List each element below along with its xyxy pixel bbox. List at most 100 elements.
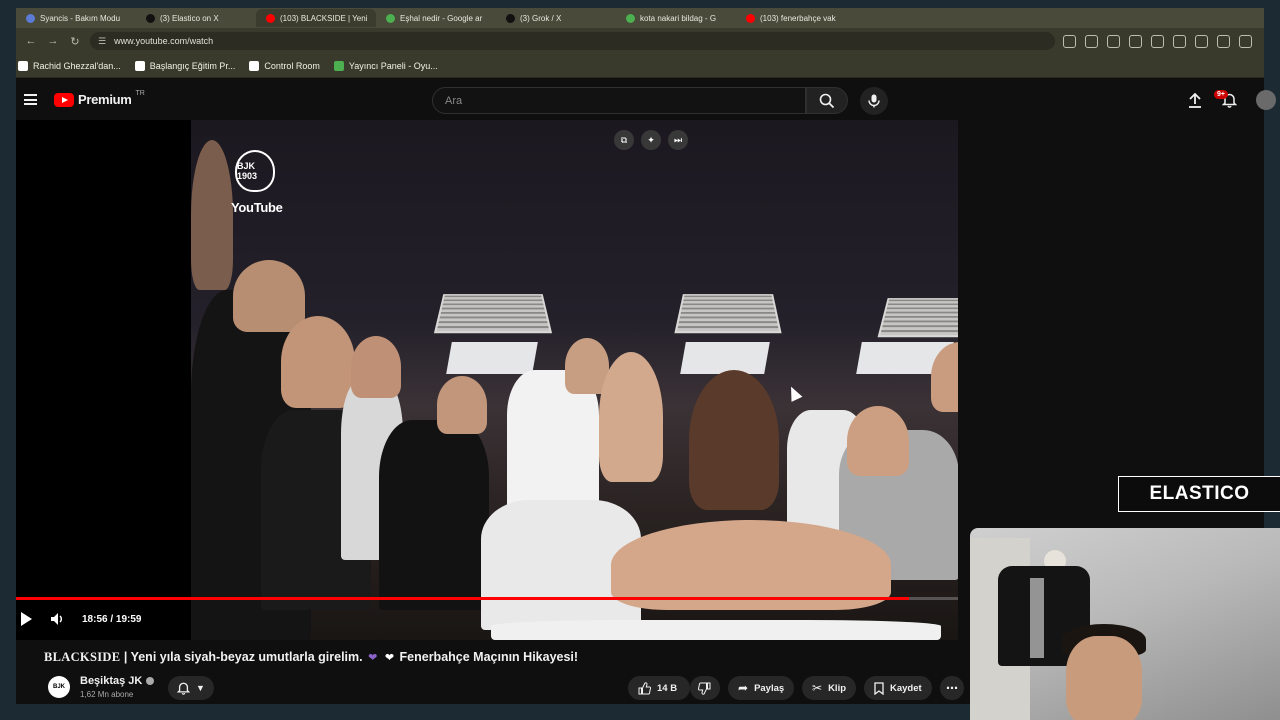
tab-label: (103) fenerbahçe vak xyxy=(760,13,836,23)
volume-icon[interactable] xyxy=(50,612,64,626)
country-code: TR xyxy=(135,90,145,97)
thumbs-up-icon xyxy=(638,681,651,694)
create-upload-button[interactable] xyxy=(1186,91,1204,109)
share-button[interactable]: ➦ Paylaş xyxy=(728,676,795,700)
ceiling-vent xyxy=(877,298,958,338)
browser-tab[interactable]: Syancis - Bakım Modu xyxy=(16,9,136,27)
toolbar-icons xyxy=(1063,34,1256,48)
webcam-jersey-stripe xyxy=(1030,578,1044,658)
shield-icon[interactable] xyxy=(1107,34,1120,48)
hamburger-menu-icon[interactable] xyxy=(24,94,37,105)
purple-heart-icon: ❤ xyxy=(368,652,378,664)
more-actions-icon[interactable]: ⋯ xyxy=(940,676,964,700)
tab-label: (103) BLACKSIDE | Yeni xyxy=(280,13,368,23)
webcam-feed xyxy=(970,528,1280,720)
bookmark-item[interactable]: Rachid Ghezzal'dan... xyxy=(18,60,121,71)
browser-tab[interactable]: kota nakari bildag - G xyxy=(616,9,736,27)
player-figure xyxy=(437,376,487,434)
tab-label: Syancis - Bakım Modu xyxy=(40,13,121,23)
progress-bar[interactable] xyxy=(16,597,958,600)
video-player[interactable]: BJK 1903 YouTube ⧉ ✦ ⏭ 18:56 / 19:59 xyxy=(16,120,958,640)
bookmark-item[interactable]: Başlangıç Eğitim Pr... xyxy=(134,60,235,71)
subscription-bell-button[interactable]: ▼ xyxy=(168,676,214,700)
video-frame[interactable]: BJK 1903 YouTube xyxy=(191,120,958,640)
youtube-logo[interactable]: Premium TR xyxy=(54,90,145,107)
title-brand: BLACKSIDE xyxy=(44,650,121,664)
forward-icon[interactable]: → xyxy=(46,34,60,48)
microphone-icon xyxy=(868,94,880,108)
scissors-icon: ✂ xyxy=(812,681,823,695)
ceiling-light xyxy=(446,342,538,374)
bookmark-favicon-icon xyxy=(249,60,260,71)
player-controls: 18:56 / 19:59 xyxy=(16,604,958,634)
share-label: Paylaş xyxy=(754,682,785,694)
reload-icon[interactable]: ↻ xyxy=(68,34,82,48)
chevron-down-icon: ▼ xyxy=(196,683,205,693)
browser-tab[interactable]: (3) Elastico on X xyxy=(136,9,256,27)
browser-tab[interactable]: (3) Grok / X xyxy=(496,9,616,27)
time-display: 18:56 / 19:59 xyxy=(82,613,142,625)
voice-search-button[interactable] xyxy=(860,87,888,115)
heart-icon[interactable] xyxy=(1151,34,1164,48)
skip-icon[interactable]: ⏭ xyxy=(668,130,688,150)
extension-icon[interactable] xyxy=(1239,34,1252,48)
search-button[interactable] xyxy=(806,87,848,114)
youtube-brand-text: Premium xyxy=(78,92,132,107)
watermark-youtube-text: YouTube xyxy=(231,200,283,215)
bjk-crest-logo: BJK 1903 xyxy=(235,150,275,192)
address-bar[interactable]: ☰ www.youtube.com/watch xyxy=(90,32,1055,50)
dislike-button[interactable] xyxy=(690,676,720,700)
bell-icon xyxy=(177,682,191,695)
youtube-masthead: Premium TR xyxy=(16,80,1276,120)
like-button[interactable]: 14 B xyxy=(628,676,690,700)
player-figure xyxy=(191,140,233,290)
address-url: www.youtube.com/watch xyxy=(114,36,214,46)
save-button[interactable]: Kaydet xyxy=(864,676,932,700)
play-icon[interactable] xyxy=(1129,34,1142,48)
back-icon[interactable]: ← xyxy=(24,34,38,48)
title-separator: | xyxy=(123,650,128,664)
browser-tab[interactable]: (103) fenerbahçe vak xyxy=(736,9,856,27)
verified-badge-icon xyxy=(146,677,155,686)
site-info-icon[interactable]: ☰ xyxy=(98,36,106,47)
tab-label: kota nakari bildag - G xyxy=(640,13,717,23)
ceiling-vent xyxy=(674,294,782,334)
player-figure xyxy=(281,316,355,408)
bookmark-favicon-icon xyxy=(18,60,28,71)
video-title: BLACKSIDE | Yeni yıla siyah-beyaz umutla… xyxy=(44,650,578,665)
bookmark-favicon-icon xyxy=(333,60,344,71)
player-figure xyxy=(847,406,909,476)
clip-label: Klip xyxy=(828,682,847,694)
player-figure xyxy=(379,420,489,610)
channel-name[interactable]: Beşiktaş JK xyxy=(80,675,155,687)
tab-favicon-icon xyxy=(26,13,35,23)
progress-bar-played xyxy=(16,597,910,600)
channel-avatar[interactable]: BJK xyxy=(48,676,70,698)
edit-icon[interactable] xyxy=(1063,34,1076,48)
clip-button[interactable]: ✂ Klip xyxy=(802,676,857,700)
camera-icon[interactable] xyxy=(1085,34,1098,48)
tab-label: Eşhal nedir - Google ar xyxy=(400,13,483,23)
copy-icon[interactable]: ⧉ xyxy=(614,130,634,150)
download-icon[interactable] xyxy=(1173,34,1186,48)
secondary-column xyxy=(958,120,1264,470)
search-icon xyxy=(819,93,835,108)
search-box xyxy=(432,87,806,114)
webcam-streamer-face xyxy=(1066,636,1142,720)
bookmark-favicon-icon xyxy=(134,60,145,71)
player-figure xyxy=(689,370,779,510)
browser-tab[interactable]: Eşhal nedir - Google ar xyxy=(376,9,496,27)
browser-tab[interactable]: (103) BLACKSIDE | Yeni xyxy=(256,9,376,27)
play-button-icon[interactable] xyxy=(21,612,32,626)
bookmark-item[interactable]: Control Room xyxy=(249,60,320,71)
bookmark-item[interactable]: Yayıncı Paneli - Oyu... xyxy=(333,60,438,71)
sparkle-icon[interactable]: ✦ xyxy=(641,130,661,150)
menu-icon[interactable] xyxy=(1195,34,1208,48)
profile-icon[interactable] xyxy=(1217,34,1230,48)
search-input[interactable] xyxy=(445,94,805,107)
thumbs-down-icon xyxy=(698,682,711,695)
notification-badge: 9+ xyxy=(1214,90,1228,99)
like-count: 14 B xyxy=(657,682,678,694)
account-avatar[interactable] xyxy=(1256,90,1276,110)
tab-label: (3) Grok / X xyxy=(520,13,562,23)
